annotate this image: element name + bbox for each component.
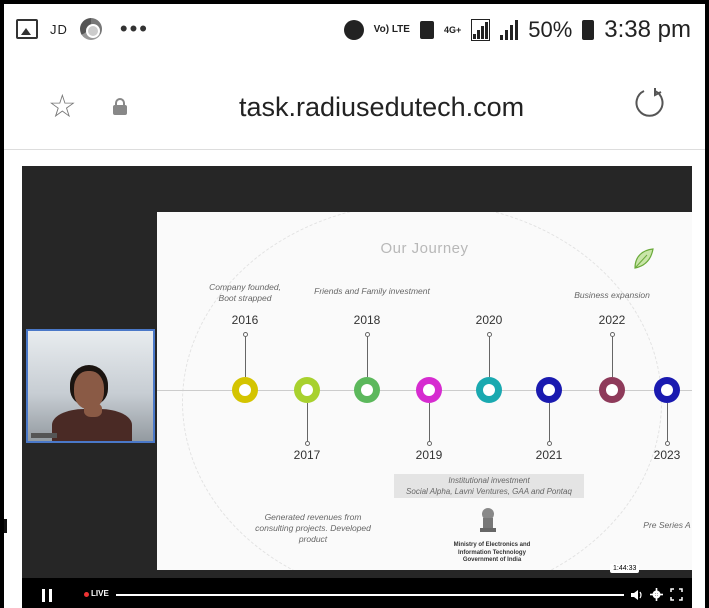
milestone-stem-dot bbox=[243, 332, 248, 337]
volte-label: Vo) LTE bbox=[373, 24, 410, 35]
milestone-stem bbox=[429, 403, 430, 443]
milestone-stem bbox=[667, 403, 668, 443]
carrier-label: JD bbox=[50, 21, 68, 37]
status-bar: JD ••• Vo) LTE 4G+ 50% 3:38 pm bbox=[4, 4, 705, 64]
milestone-stem-dot bbox=[487, 332, 492, 337]
milestone-year: 2023 bbox=[653, 448, 681, 462]
time-tooltip: 1:44:33 bbox=[610, 564, 640, 573]
milestone-year: 2016 bbox=[231, 313, 259, 327]
chrome-icon bbox=[79, 18, 102, 40]
milestone-stem-dot bbox=[610, 332, 615, 337]
slide-title: Our Journey bbox=[380, 240, 469, 257]
milestone-node bbox=[416, 377, 442, 403]
milestone-note: Pre Series A bbox=[643, 520, 691, 530]
video-player[interactable]: Our Journey 2016 Company founded, Boot st… bbox=[22, 166, 692, 608]
clock: 3:38 pm bbox=[604, 16, 691, 43]
reload-icon[interactable] bbox=[632, 86, 666, 120]
milestone-note: Company founded, Boot strapped bbox=[209, 282, 281, 303]
scroll-edge bbox=[4, 519, 7, 533]
milestone-stem bbox=[612, 334, 613, 377]
milestone-stem-dot bbox=[427, 441, 432, 446]
presenter-webcam bbox=[26, 329, 155, 443]
live-label: LIVE bbox=[91, 589, 109, 598]
leaf-logo-icon bbox=[634, 248, 654, 269]
milestone-stem-dot bbox=[547, 441, 552, 446]
browser-frame: JD ••• Vo) LTE 4G+ 50% 3:38 pm ☆ task.ra… bbox=[0, 0, 709, 608]
url-text[interactable]: task.radiusedutech.com bbox=[239, 92, 524, 123]
milestone-node bbox=[536, 377, 562, 403]
milestone-node bbox=[599, 377, 625, 403]
investment-note: Institutional investment Social Alpha, L… bbox=[394, 474, 584, 498]
milestone-node bbox=[294, 377, 320, 403]
milestone-stem-dot bbox=[305, 441, 310, 446]
milestone-year: 2019 bbox=[415, 448, 443, 462]
milestone-year: 2020 bbox=[475, 313, 503, 327]
milestone-stem bbox=[245, 334, 246, 377]
battery-icon bbox=[582, 20, 595, 40]
url-bar: ☆ task.radiusedutech.com bbox=[4, 64, 705, 150]
milestone-node bbox=[232, 377, 258, 403]
milestone-note: Generated revenues from consulting proje… bbox=[255, 512, 371, 544]
milestone-node bbox=[476, 377, 502, 403]
milestone-year: 2018 bbox=[353, 313, 381, 327]
milestone-note: Friends and Family investment bbox=[314, 286, 430, 296]
milestone-year: 2021 bbox=[535, 448, 563, 462]
milestone-year: 2017 bbox=[293, 448, 321, 462]
emblem-icon bbox=[480, 508, 496, 532]
network-type-label: 4G+ bbox=[443, 24, 462, 35]
gallery-icon bbox=[16, 19, 38, 39]
live-dot bbox=[84, 592, 89, 597]
milestone-stem bbox=[307, 403, 308, 443]
milestone-stem bbox=[549, 403, 550, 443]
milestone-note: Business expansion bbox=[574, 290, 650, 300]
more-notifications-icon: ••• bbox=[119, 16, 149, 41]
alarm-icon bbox=[343, 20, 364, 40]
battery-percent: 50% bbox=[528, 17, 573, 42]
signal-2-icon bbox=[500, 20, 519, 40]
settings-gear-icon[interactable] bbox=[650, 588, 663, 601]
fullscreen-icon[interactable] bbox=[670, 588, 683, 601]
milestone-year: 2022 bbox=[598, 313, 626, 327]
volume-icon[interactable] bbox=[630, 588, 644, 602]
milestone-stem-dot bbox=[365, 332, 370, 337]
sim-icon bbox=[419, 21, 434, 39]
milestone-stem-dot bbox=[665, 441, 670, 446]
presentation-slide: Our Journey 2016 Company founded, Boot st… bbox=[157, 212, 692, 570]
milestone-node bbox=[654, 377, 680, 403]
lock-icon[interactable] bbox=[113, 98, 127, 115]
progress-bar[interactable] bbox=[116, 594, 624, 596]
player-controls: LIVE 1:44:33 bbox=[22, 564, 692, 608]
bookmark-star-icon[interactable]: ☆ bbox=[48, 90, 77, 122]
milestone-stem bbox=[489, 334, 490, 377]
milestone-node bbox=[354, 377, 380, 403]
ministry-label: Ministry of Electronics and Information … bbox=[453, 542, 531, 563]
milestone-stem bbox=[367, 334, 368, 377]
pause-icon[interactable] bbox=[42, 589, 52, 602]
signal-icon bbox=[471, 19, 491, 41]
